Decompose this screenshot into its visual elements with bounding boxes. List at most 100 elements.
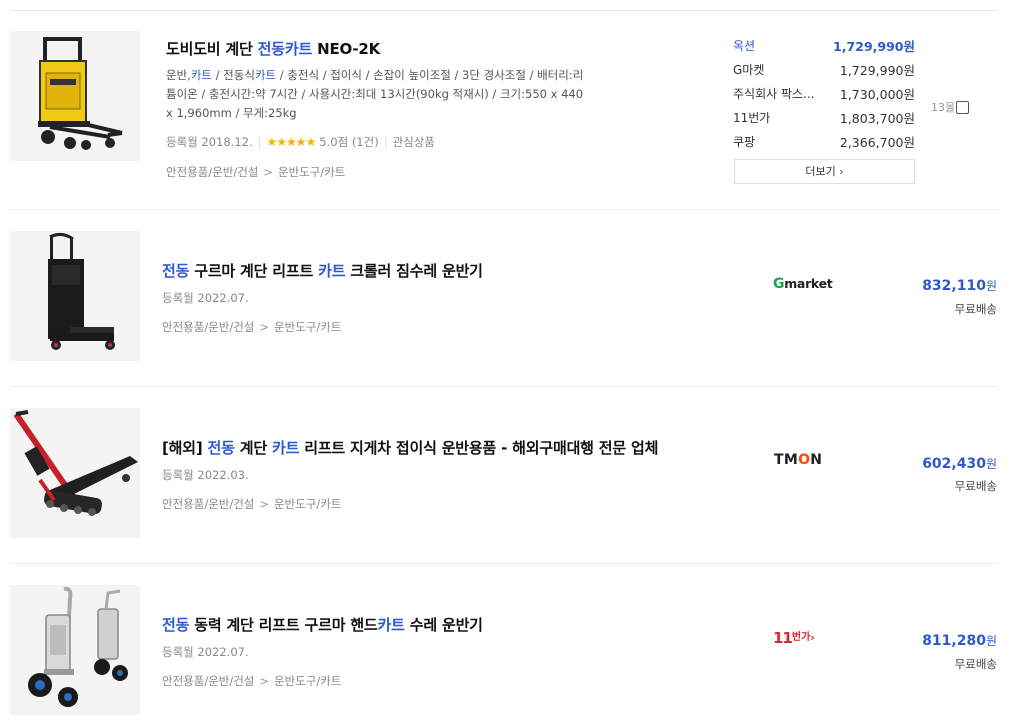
category-link[interactable]: 안전용품/운반/건설 xyxy=(162,320,254,334)
title-highlight: 카트 xyxy=(318,262,346,280)
review-count-link[interactable]: (1건) xyxy=(352,135,379,149)
category-link[interactable]: 운반도구/카트 xyxy=(278,165,345,179)
title-part: 도비도비 계단 xyxy=(166,40,258,58)
breadcrumb: 안전용품/운반/건설 > 운반도구/카트 xyxy=(162,673,341,689)
more-malls-button[interactable]: 더보기 › xyxy=(734,159,915,184)
title-part: 계단 xyxy=(234,439,272,457)
crawler-forklift-image xyxy=(10,408,140,538)
title-highlight: 전동 xyxy=(162,262,190,280)
arrow-icon: › xyxy=(810,631,815,644)
title-part: 리프트 지게차 접이식 운반용품 - 해외구매대행 전문 업체 xyxy=(299,439,659,457)
logo-text: market xyxy=(784,276,833,291)
checkbox-icon[interactable] xyxy=(956,100,970,114)
product-meta: 등록월 2018.12. | ★★★★★ 5.0점 (1건) | 관심상품 xyxy=(166,134,435,150)
product-title-link[interactable]: 전동 동력 계단 리프트 구르마 핸드카트 수레 운반기 xyxy=(162,614,483,635)
category-link[interactable]: 안전용품/운반/건설 xyxy=(166,165,258,179)
price-unit: 원 xyxy=(985,279,997,293)
spec-highlight: 카트 xyxy=(254,68,277,82)
mall-row[interactable]: 쿠팡 2,366,700원 xyxy=(733,129,915,153)
mall-row[interactable]: 옥션 1,729,990원 xyxy=(733,33,915,57)
chevron-right-icon: > xyxy=(259,674,270,688)
title-part: NEO-2K xyxy=(312,40,381,58)
logo-g: G xyxy=(773,276,785,292)
breadcrumb: 안전용품/운반/건설 > 운반도구/카트 xyxy=(166,164,345,180)
chevron-right-icon: > xyxy=(259,497,270,511)
product-title-link[interactable]: [해외] 전동 계단 카트 리프트 지게차 접이식 운반용품 - 해외구매대행 … xyxy=(162,437,658,458)
mall-price: 1,803,700원 xyxy=(839,110,915,126)
mall-row[interactable]: 주식회사 팍스... 1,730,000원 xyxy=(733,81,915,105)
list-top-divider xyxy=(10,10,998,11)
star-icon: ★★★★★ xyxy=(266,135,316,149)
title-part: 수레 운반기 xyxy=(404,616,483,634)
logo-o: O xyxy=(798,452,811,468)
spec-part: 운반, xyxy=(166,68,191,82)
logo-text: TM xyxy=(774,452,799,468)
title-part: 구르마 계단 리프트 xyxy=(189,262,319,280)
lowest-price[interactable]: 602,430원 xyxy=(922,453,997,472)
breadcrumb: 안전용품/운반/건설 > 운반도구/카트 xyxy=(162,319,341,335)
logo-number: 11 xyxy=(773,629,793,647)
mall-name: 옥션 xyxy=(733,38,756,53)
category-link[interactable]: 안전용품/운반/건설 xyxy=(162,497,254,511)
shipping-info: 무료배송 xyxy=(954,657,997,671)
shipping-info: 무료배송 xyxy=(954,302,997,316)
mall-row[interactable]: G마켓 1,729,990원 xyxy=(733,57,915,81)
chevron-right-icon: > xyxy=(259,320,270,334)
meta-divider: | xyxy=(383,135,388,149)
product-spec: 운반,카트 / 전동식카트 / 충전식 / 접이식 / 손잡이 높이조절 / 3… xyxy=(166,66,586,123)
logo-text: N xyxy=(810,452,823,468)
mall-price: 1,729,990원 xyxy=(839,62,915,78)
item-divider xyxy=(10,386,998,387)
wishlist-link[interactable]: 관심상품 xyxy=(393,135,435,149)
stair-climber-silver-image xyxy=(10,585,140,715)
rating-score: 5.0점 xyxy=(319,135,349,149)
item-divider xyxy=(10,563,998,564)
product-thumbnail[interactable] xyxy=(10,585,140,715)
mall-name: 주식회사 팍스... xyxy=(733,86,815,101)
shipping-info: 무료배송 xyxy=(954,479,997,493)
price-value: 602,430 xyxy=(922,456,986,472)
title-part: [해외] xyxy=(162,439,208,457)
registered-date: 등록월 2018.12. xyxy=(166,135,253,149)
mall-row[interactable]: 11번가 1,803,700원 xyxy=(733,105,915,129)
stair-cart-yellow-image xyxy=(10,31,140,161)
mall-count-label: 13몰 xyxy=(931,101,956,114)
mall-price-table: 옥션 1,729,990원 G마켓 1,729,990원 주식회사 팍스... 1,7… xyxy=(733,33,915,153)
mall-name: G마켓 xyxy=(733,62,765,77)
category-link[interactable]: 운반도구/카트 xyxy=(274,674,341,688)
registered-date: 등록월 2022.03. xyxy=(162,468,249,482)
spec-highlight: 카트 xyxy=(190,68,212,82)
product-title-link[interactable]: 도비도비 계단 전동카트 NEO-2K xyxy=(166,38,380,59)
price-unit: 원 xyxy=(985,457,997,471)
spec-part: / 전동식 xyxy=(212,68,255,82)
logo-text: 번가 xyxy=(791,632,811,643)
crawler-cart-black-image xyxy=(10,231,140,361)
title-part: 크롤러 짐수레 운반기 xyxy=(345,262,483,280)
title-highlight: 전동 xyxy=(162,616,190,634)
mall-count[interactable]: 13몰 xyxy=(931,99,970,115)
price-unit: 원 xyxy=(985,634,997,648)
mall-name: 쿠팡 xyxy=(733,134,756,149)
category-link[interactable]: 안전용품/운반/건설 xyxy=(162,674,254,688)
product-thumbnail[interactable] xyxy=(10,31,140,161)
gmarket-logo[interactable]: Gmarket xyxy=(773,276,833,292)
chevron-right-icon: > xyxy=(263,165,274,179)
tmon-logo[interactable]: TMON xyxy=(774,452,822,468)
product-thumbnail[interactable] xyxy=(10,408,140,538)
title-highlight: 전동 xyxy=(207,439,235,457)
lowest-price[interactable]: 811,280원 xyxy=(922,630,997,649)
product-thumbnail[interactable] xyxy=(10,231,140,361)
mall-price: 1,729,990원 xyxy=(833,38,915,54)
category-link[interactable]: 운반도구/카트 xyxy=(274,320,341,334)
registered-date: 등록월 2022.07. xyxy=(162,645,249,659)
title-highlight: 전동카트 xyxy=(257,40,313,58)
lowest-price[interactable]: 832,110원 xyxy=(922,275,997,294)
mall-price: 2,366,700원 xyxy=(839,134,915,150)
registered-date: 등록월 2022.07. xyxy=(162,291,249,305)
mall-name: 11번가 xyxy=(733,110,771,125)
category-link[interactable]: 운반도구/카트 xyxy=(274,497,341,511)
11st-logo[interactable]: 11번가› xyxy=(773,628,815,647)
title-part: 동력 계단 리프트 구르마 핸드 xyxy=(189,616,378,634)
breadcrumb: 안전용품/운반/건설 > 운반도구/카트 xyxy=(162,496,341,512)
product-title-link[interactable]: 전동 구르마 계단 리프트 카트 크롤러 짐수레 운반기 xyxy=(162,260,483,281)
